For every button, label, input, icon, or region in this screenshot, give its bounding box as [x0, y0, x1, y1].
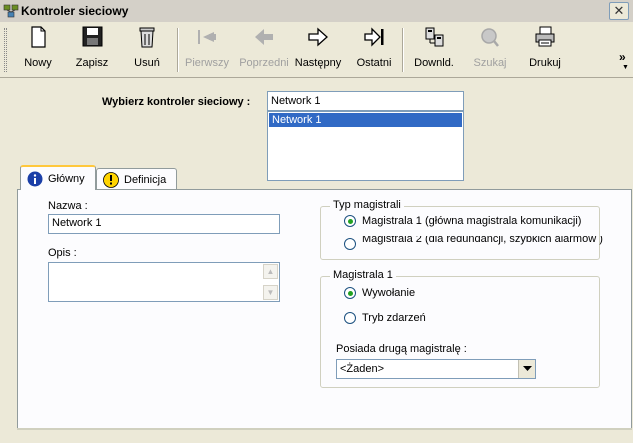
panel-shadow: [17, 428, 632, 430]
search-icon: [481, 28, 499, 47]
last-button[interactable]: Ostatni: [354, 26, 394, 74]
first-record-icon: [198, 30, 216, 44]
second-bus-label: Posiada drugą magistralę :: [336, 343, 467, 355]
window-title: Kontroler sieciowy: [21, 4, 129, 18]
chevron-down-icon[interactable]: [518, 360, 535, 378]
toolbar-overflow-icon[interactable]: »: [619, 50, 626, 64]
name-input[interactable]: Network 1: [48, 214, 280, 234]
new-button[interactable]: Nowy: [18, 26, 58, 74]
search-button[interactable]: Szukaj: [470, 26, 510, 74]
close-icon: ✕: [613, 3, 625, 18]
next-button[interactable]: Następny: [293, 26, 343, 74]
bus-2-radio[interactable]: Magistrala 2 (dla redundancji, szybkich …: [344, 236, 603, 250]
radio-unchecked-icon: [344, 238, 356, 250]
download-icon: [425, 27, 444, 47]
controller-input[interactable]: Network 1: [267, 91, 464, 111]
previous-button[interactable]: Poprzedni: [237, 26, 291, 74]
network-controller-icon: [3, 4, 19, 18]
close-button[interactable]: ✕: [609, 2, 629, 20]
radio-checked-icon: [344, 287, 356, 299]
bus-1-radio[interactable]: Magistrala 1 (główna magistrala komunika…: [344, 215, 581, 227]
printer-icon: [535, 26, 555, 47]
floppy-disk-icon: [82, 26, 103, 47]
radio-unchecked-icon: [344, 312, 356, 324]
toolbar-separator: [402, 28, 404, 72]
tab-definicja[interactable]: Definicja: [96, 168, 177, 191]
warning-icon: [103, 172, 119, 188]
toolbar-separator: [177, 28, 179, 72]
last-record-icon: [364, 27, 384, 47]
name-label: Nazwa :: [48, 200, 88, 212]
controller-list[interactable]: Network 1: [267, 111, 464, 181]
polling-radio[interactable]: Wywołanie: [344, 287, 415, 299]
controller-label: Wybierz kontroler sieciowy :: [102, 96, 251, 108]
trash-can-icon: [139, 27, 155, 48]
delete-button[interactable]: Usuń: [126, 26, 168, 74]
info-icon: [27, 171, 43, 186]
description-label: Opis :: [48, 247, 77, 259]
toolbar-grip[interactable]: [4, 28, 7, 72]
scroll-down-icon[interactable]: ▼: [263, 285, 278, 300]
bus-1-title: Magistrala 1: [330, 269, 396, 281]
scroll-up-icon[interactable]: ▲: [263, 264, 278, 279]
tab-glowny[interactable]: Główny: [20, 165, 96, 190]
save-button[interactable]: Zapisz: [70, 26, 114, 74]
download-button[interactable]: Downld.: [412, 26, 456, 74]
new-document-icon: [31, 26, 46, 48]
previous-record-icon: [255, 29, 273, 45]
radio-checked-icon: [344, 215, 356, 227]
first-button[interactable]: Pierwszy: [183, 26, 231, 74]
next-record-icon: [308, 27, 328, 47]
second-bus-select[interactable]: <Żaden>: [336, 359, 536, 379]
print-button[interactable]: Drukuj: [524, 26, 566, 74]
list-item[interactable]: Network 1: [269, 113, 462, 127]
toolbar: Nowy Zapisz Usuń Pierwszy Poprzedni Nast…: [0, 22, 633, 78]
title-bar: Kontroler sieciowy ✕: [0, 0, 633, 22]
description-input[interactable]: ▲ ▼: [48, 262, 280, 302]
event-mode-radio[interactable]: Tryb zdarzeń: [344, 312, 426, 324]
toolbar-options-icon[interactable]: ▼: [622, 64, 629, 71]
bus-type-title: Typ magistrali: [330, 199, 404, 211]
